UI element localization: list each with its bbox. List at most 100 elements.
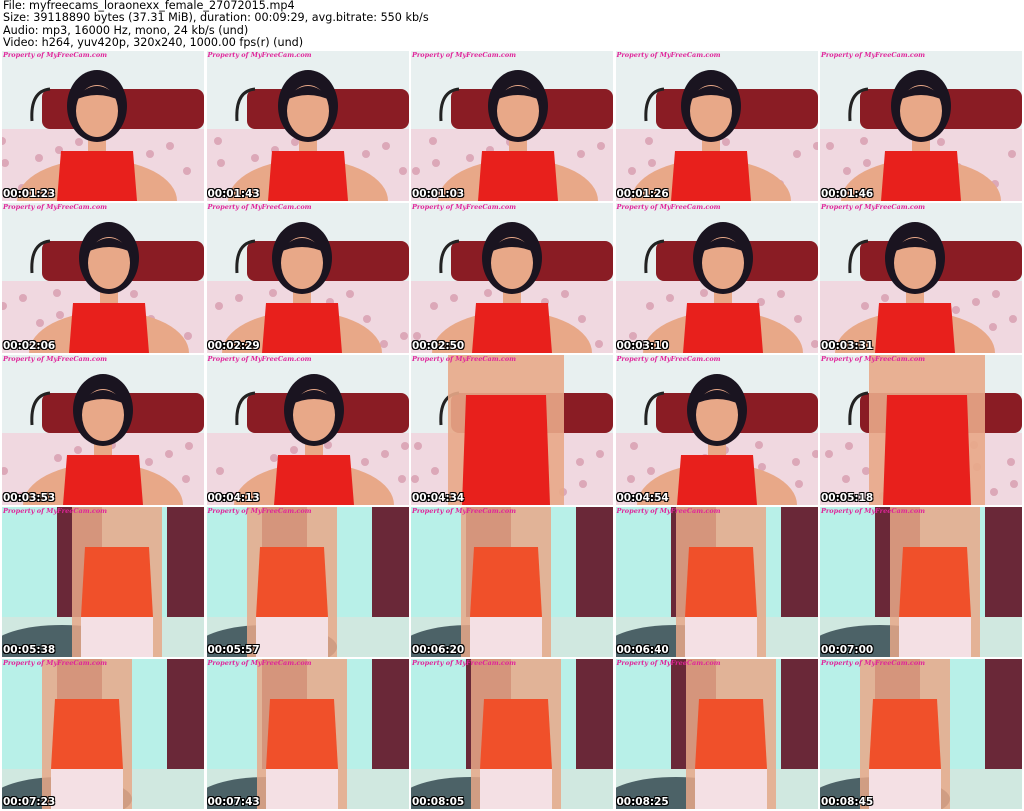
thumbnail-frame-image [820, 203, 1022, 353]
thumbnail-frame-image [411, 203, 613, 353]
thumbnail-timestamp: 00:03:31 [821, 340, 874, 352]
thumbnail-timestamp: 00:05:18 [821, 492, 874, 504]
thumbnail-frame-image [206, 203, 409, 353]
video-thumbnail: Property of MyFreeCam.com 00:08:05 [411, 659, 613, 809]
thumbnail-frame-image [820, 659, 1022, 809]
thumbnail-timestamp: 00:01:26 [616, 188, 669, 200]
watermark-text: Property of MyFreeCam.com [207, 659, 312, 667]
video-thumbnail: Property of MyFreeCam.com 00:01:26 [615, 51, 818, 201]
thumbnail-frame-image [206, 51, 409, 201]
file-size-line: Size: 39118890 bytes (37.31 MiB), durati… [3, 11, 429, 25]
video-info-line: Video: h264, yuv420p, 320x240, 1000.00 f… [3, 35, 304, 49]
video-thumbnail: Property of MyFreeCam.com 00:01:23 [2, 51, 204, 201]
thumbnail-timestamp: 00:06:40 [616, 644, 669, 656]
video-thumbnail: Property of MyFreeCam.com 00:02:50 [411, 203, 613, 353]
thumbnail-frame-image [615, 659, 818, 809]
video-thumbnail: Property of MyFreeCam.com 00:05:18 [820, 355, 1022, 505]
thumbnail-grid: Property of MyFreeCam.com 00:01:23 Propert… [2, 51, 1022, 809]
watermark-text: Property of MyFreeCam.com [3, 507, 108, 515]
video-thumbnail: Property of MyFreeCam.com 00:02:06 [2, 203, 204, 353]
watermark-text: Property of MyFreeCam.com [821, 659, 926, 667]
thumbnail-frame-image [411, 51, 613, 201]
watermark-text: Property of MyFreeCam.com [412, 203, 517, 211]
watermark-text: Property of MyFreeCam.com [412, 659, 517, 667]
thumbnail-frame-image [615, 203, 818, 353]
video-thumbnail: Property of MyFreeCam.com 00:04:54 [615, 355, 818, 505]
video-thumbnail: Property of MyFreeCam.com 00:07:00 [820, 507, 1022, 657]
thumbnail-frame-image [411, 355, 613, 505]
watermark-text: Property of MyFreeCam.com [412, 507, 517, 515]
thumbnail-timestamp: 00:07:43 [207, 796, 260, 808]
watermark-text: Property of MyFreeCam.com [821, 203, 926, 211]
watermark-text: Property of MyFreeCam.com [412, 355, 517, 363]
thumbnail-frame-image [206, 507, 409, 657]
video-thumbnail: Property of MyFreeCam.com 00:03:31 [820, 203, 1022, 353]
thumbnail-timestamp: 00:01:03 [412, 188, 465, 200]
thumbnail-frame-image [2, 507, 204, 657]
watermark-text: Property of MyFreeCam.com [3, 659, 108, 667]
video-thumbnail: Property of MyFreeCam.com 00:06:40 [615, 507, 818, 657]
watermark-text: Property of MyFreeCam.com [616, 51, 721, 59]
watermark-text: Property of MyFreeCam.com [616, 203, 721, 211]
thumbnail-timestamp: 00:04:54 [616, 492, 669, 504]
watermark-text: Property of MyFreeCam.com [616, 355, 721, 363]
thumbnail-frame-image [615, 355, 818, 505]
video-thumbnail: Property of MyFreeCam.com 00:07:43 [206, 659, 409, 809]
watermark-text: Property of MyFreeCam.com [3, 203, 108, 211]
video-thumbnail: Property of MyFreeCam.com 00:01:03 [411, 51, 613, 201]
watermark-text: Property of MyFreeCam.com [207, 507, 312, 515]
video-thumbnail: Property of MyFreeCam.com 00:04:34 [411, 355, 613, 505]
thumbnail-frame-image [820, 51, 1022, 201]
thumbnail-timestamp: 00:01:43 [207, 188, 260, 200]
thumbnail-timestamp: 00:07:00 [821, 644, 874, 656]
video-thumbnail: Property of MyFreeCam.com 00:06:20 [411, 507, 613, 657]
video-thumbnail: Property of MyFreeCam.com 00:08:45 [820, 659, 1022, 809]
thumbnail-frame-image [820, 507, 1022, 657]
video-thumbnail: Property of MyFreeCam.com 00:08:25 [615, 659, 818, 809]
thumbnail-timestamp: 00:04:13 [207, 492, 260, 504]
thumbnail-frame-image [206, 355, 409, 505]
video-thumbnail: Property of MyFreeCam.com 00:03:53 [2, 355, 204, 505]
watermark-text: Property of MyFreeCam.com [207, 51, 312, 59]
watermark-text: Property of MyFreeCam.com [207, 355, 312, 363]
thumbnail-frame-image [2, 51, 204, 201]
video-thumbnail: Property of MyFreeCam.com 00:01:43 [206, 51, 409, 201]
video-thumbnail: Property of MyFreeCam.com 00:04:13 [206, 355, 409, 505]
thumbnail-timestamp: 00:07:23 [3, 796, 56, 808]
watermark-text: Property of MyFreeCam.com [3, 355, 108, 363]
thumbnail-frame-image [411, 659, 613, 809]
watermark-text: Property of MyFreeCam.com [3, 51, 108, 59]
thumbnail-timestamp: 00:05:57 [207, 644, 260, 656]
video-thumbnail: Property of MyFreeCam.com 00:03:10 [615, 203, 818, 353]
video-thumbnail: Property of MyFreeCam.com 00:07:23 [2, 659, 204, 809]
thumbnail-frame-image [820, 355, 1022, 505]
thumbnail-frame-image [615, 507, 818, 657]
thumbnail-timestamp: 00:04:34 [412, 492, 465, 504]
watermark-text: Property of MyFreeCam.com [207, 203, 312, 211]
watermark-text: Property of MyFreeCam.com [821, 355, 926, 363]
thumbnail-frame-image [615, 51, 818, 201]
thumbnail-frame-image [411, 507, 613, 657]
thumbnail-frame-image [206, 659, 409, 809]
video-thumbnail: Property of MyFreeCam.com 00:05:38 [2, 507, 204, 657]
thumbnail-timestamp: 00:01:23 [3, 188, 56, 200]
thumbnail-timestamp: 00:06:20 [412, 644, 465, 656]
watermark-text: Property of MyFreeCam.com [616, 659, 721, 667]
thumbnail-timestamp: 00:02:29 [207, 340, 260, 352]
video-thumbnail: Property of MyFreeCam.com 00:01:46 [820, 51, 1022, 201]
thumbnail-timestamp: 00:03:53 [3, 492, 56, 504]
video-thumbnail: Property of MyFreeCam.com 00:02:29 [206, 203, 409, 353]
thumbnail-frame-image [2, 355, 204, 505]
thumbnail-frame-image [2, 659, 204, 809]
thumbnail-timestamp: 00:08:05 [412, 796, 465, 808]
video-thumbnail: Property of MyFreeCam.com 00:05:57 [206, 507, 409, 657]
watermark-text: Property of MyFreeCam.com [821, 51, 926, 59]
thumbnail-timestamp: 00:08:25 [616, 796, 669, 808]
thumbnail-timestamp: 00:03:10 [616, 340, 669, 352]
watermark-text: Property of MyFreeCam.com [412, 51, 517, 59]
thumbnail-timestamp: 00:02:50 [412, 340, 465, 352]
thumbnail-timestamp: 00:02:06 [3, 340, 56, 352]
thumbnail-timestamp: 00:05:38 [3, 644, 56, 656]
thumbnail-timestamp: 00:01:46 [821, 188, 874, 200]
watermark-text: Property of MyFreeCam.com [616, 507, 721, 515]
